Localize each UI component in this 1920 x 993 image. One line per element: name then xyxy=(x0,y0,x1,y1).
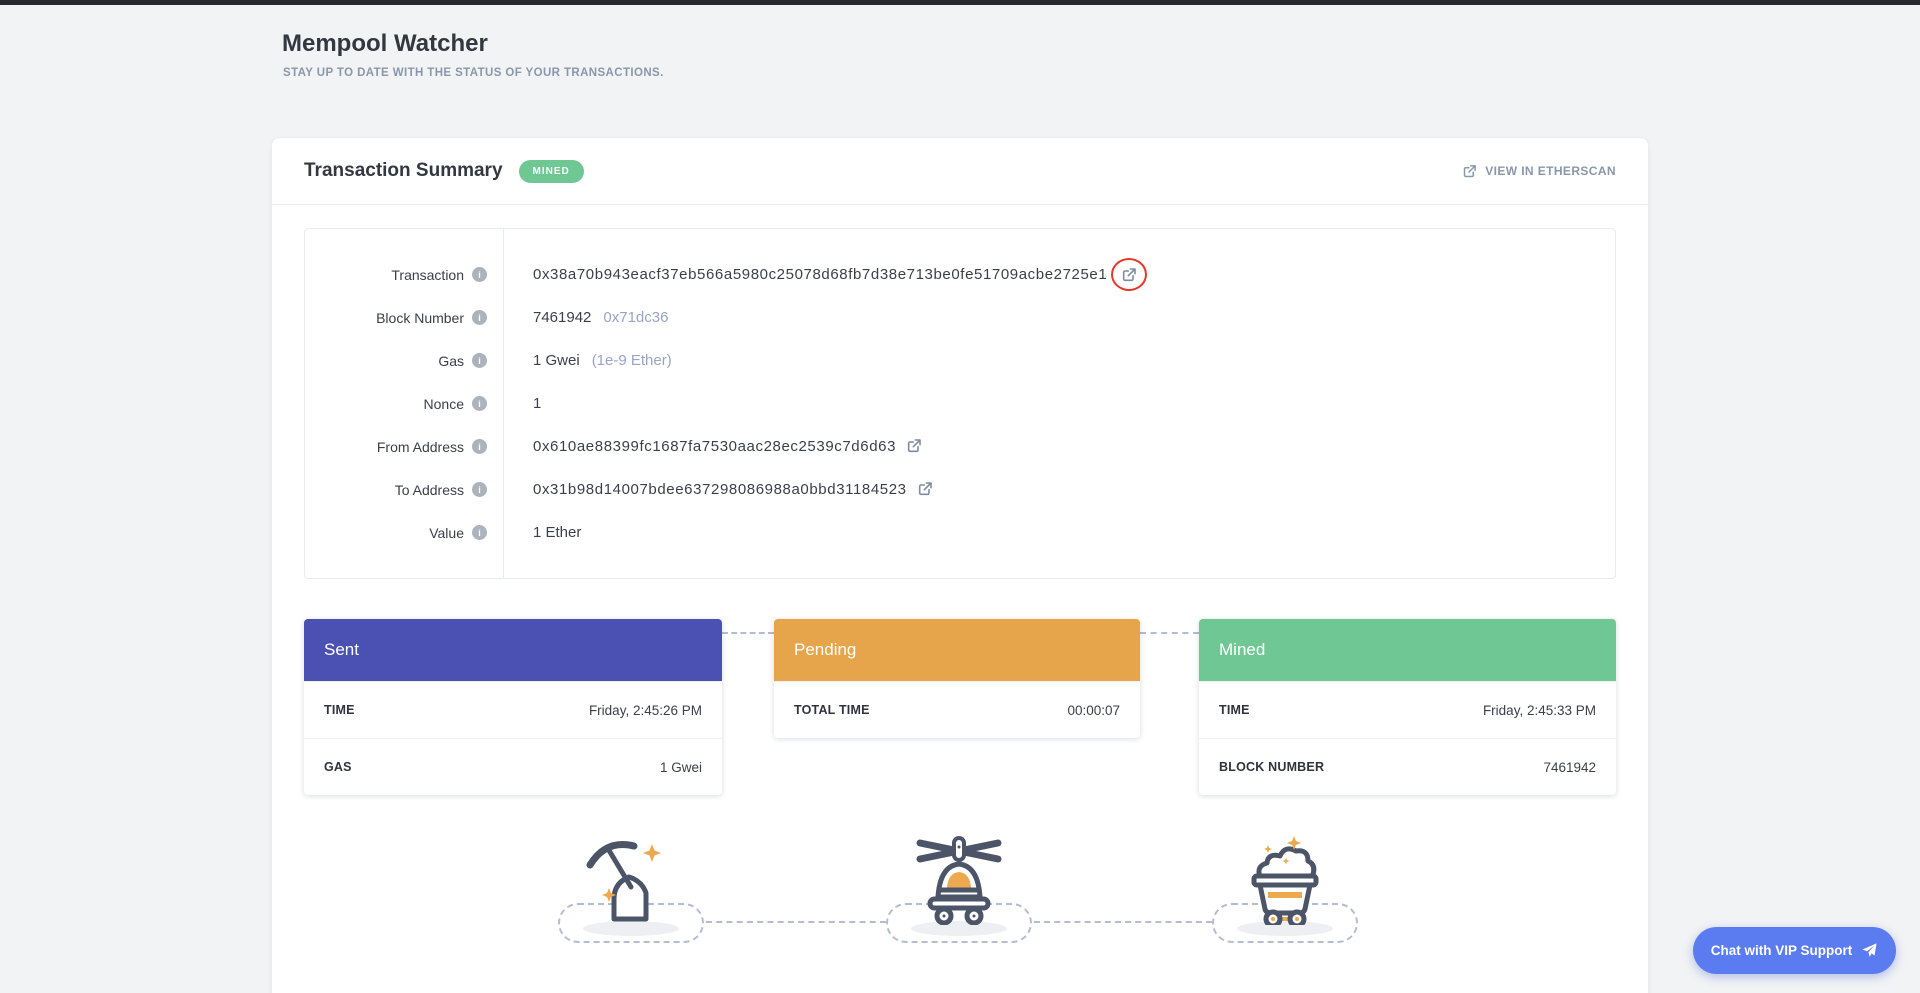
stage-row-label: TIME xyxy=(324,703,355,717)
stage-card-pending: Pending TOTAL TIME 00:00:07 xyxy=(774,619,1140,738)
external-link-icon[interactable] xyxy=(1121,267,1137,283)
external-link-icon[interactable] xyxy=(906,438,922,454)
detail-row-from-address: From Address i 0x610ae88399fc1687fa7530a… xyxy=(305,425,1615,468)
stage-row-value: Friday, 2:45:26 PM xyxy=(589,703,702,718)
external-link-icon[interactable] xyxy=(917,481,933,497)
stage-row: TOTAL TIME 00:00:07 xyxy=(774,681,1140,738)
illustration-connector xyxy=(706,921,886,923)
transaction-details-panel: Transaction i 0x38a70b943eacf37eb566a598… xyxy=(304,228,1616,579)
field-label: Nonce xyxy=(424,396,464,412)
info-icon[interactable]: i xyxy=(472,353,487,368)
detail-row-value: Value i 1 Ether xyxy=(305,511,1615,554)
stage-row-value: 7461942 xyxy=(1543,760,1596,775)
transaction-hash: 0x38a70b943eacf37eb566a5980c25078d68fb7d… xyxy=(533,266,1107,283)
external-link-icon xyxy=(1462,164,1477,179)
ore-cart-icon xyxy=(1230,833,1340,925)
status-badge: MINED xyxy=(519,160,584,183)
paper-plane-icon xyxy=(1861,942,1878,959)
view-in-etherscan-link[interactable]: VIEW IN ETHERSCAN xyxy=(1462,164,1616,179)
stage-header-mined: Mined xyxy=(1199,619,1616,681)
detail-row-transaction: Transaction i 0x38a70b943eacf37eb566a598… xyxy=(305,253,1615,296)
stage-row-value: 00:00:07 xyxy=(1067,703,1120,718)
detail-row-to-address: To Address i 0x31b98d14007bdee6372980869… xyxy=(305,468,1615,511)
nonce-value: 1 xyxy=(533,395,541,412)
card-header: Transaction Summary MINED VIEW IN ETHERS… xyxy=(272,138,1648,205)
stage-header-pending: Pending xyxy=(774,619,1140,681)
value-amount: 1 Ether xyxy=(533,524,581,541)
chat-with-vip-support-button[interactable]: Chat with VIP Support xyxy=(1693,927,1896,974)
stage-row-label: GAS xyxy=(324,760,352,774)
stage-connector xyxy=(1140,632,1199,634)
stage-row-label: BLOCK NUMBER xyxy=(1219,760,1324,774)
red-circle-annotation xyxy=(1111,258,1147,291)
info-icon[interactable]: i xyxy=(472,439,487,454)
detail-row-gas: Gas i 1 Gwei (1e-9 Ether) xyxy=(305,339,1615,382)
top-bar xyxy=(0,0,1920,5)
page-subtitle: STAY UP TO DATE WITH THE STATUS OF YOUR … xyxy=(283,67,664,79)
stage-row-value: 1 Gwei xyxy=(660,760,702,775)
transaction-summary-card: Transaction Summary MINED VIEW IN ETHERS… xyxy=(272,138,1648,993)
mining-illustration-strip xyxy=(304,797,1616,993)
field-label: To Address xyxy=(395,482,464,498)
info-icon[interactable]: i xyxy=(472,310,487,325)
info-icon[interactable]: i xyxy=(472,267,487,282)
field-label: Block Number xyxy=(376,310,464,326)
transaction-timeline: Sent TIME Friday, 2:45:26 PM GAS 1 Gwei … xyxy=(304,619,1616,797)
info-icon[interactable]: i xyxy=(472,525,487,540)
stage-header-sent: Sent xyxy=(304,619,722,681)
info-icon[interactable]: i xyxy=(472,482,487,497)
to-address-value: 0x31b98d14007bdee637298086988a0bbd311845… xyxy=(533,481,907,498)
drill-cart-icon xyxy=(904,833,1014,925)
illustration-connector xyxy=(1034,921,1212,923)
stage-card-mined: Mined TIME Friday, 2:45:33 PM BLOCK NUMB… xyxy=(1199,619,1616,795)
stage-row-label: TOTAL TIME xyxy=(794,703,870,717)
stage-connector xyxy=(722,632,774,634)
stage-row: GAS 1 Gwei xyxy=(304,738,722,795)
field-label: Gas xyxy=(438,353,464,369)
stage-row: TIME Friday, 2:45:26 PM xyxy=(304,681,722,738)
detail-row-nonce: Nonce i 1 xyxy=(305,382,1615,425)
detail-row-block-number: Block Number i 7461942 0x71dc36 xyxy=(305,296,1615,339)
block-number-hex: 0x71dc36 xyxy=(603,309,668,326)
info-icon[interactable]: i xyxy=(472,396,487,411)
gas-value: 1 Gwei xyxy=(533,352,580,369)
pickaxe-rock-icon xyxy=(576,833,686,925)
chat-button-label: Chat with VIP Support xyxy=(1711,943,1853,958)
gas-ether-equivalent: (1e-9 Ether) xyxy=(592,352,672,369)
stage-row: TIME Friday, 2:45:33 PM xyxy=(1199,681,1616,738)
stage-row: BLOCK NUMBER 7461942 xyxy=(1199,738,1616,795)
etherscan-link-label: VIEW IN ETHERSCAN xyxy=(1485,164,1616,178)
field-label: Value xyxy=(429,525,464,541)
stage-row-label: TIME xyxy=(1219,703,1250,717)
column-divider xyxy=(503,229,504,578)
from-address-value: 0x610ae88399fc1687fa7530aac28ec2539c7d6d… xyxy=(533,438,896,455)
field-label: Transaction xyxy=(391,267,464,283)
field-label: From Address xyxy=(377,439,464,455)
page-title: Mempool Watcher xyxy=(282,30,488,58)
stage-card-sent: Sent TIME Friday, 2:45:26 PM GAS 1 Gwei xyxy=(304,619,722,795)
card-title: Transaction Summary xyxy=(304,160,503,182)
block-number-value: 7461942 xyxy=(533,309,591,326)
stage-row-value: Friday, 2:45:33 PM xyxy=(1483,703,1596,718)
